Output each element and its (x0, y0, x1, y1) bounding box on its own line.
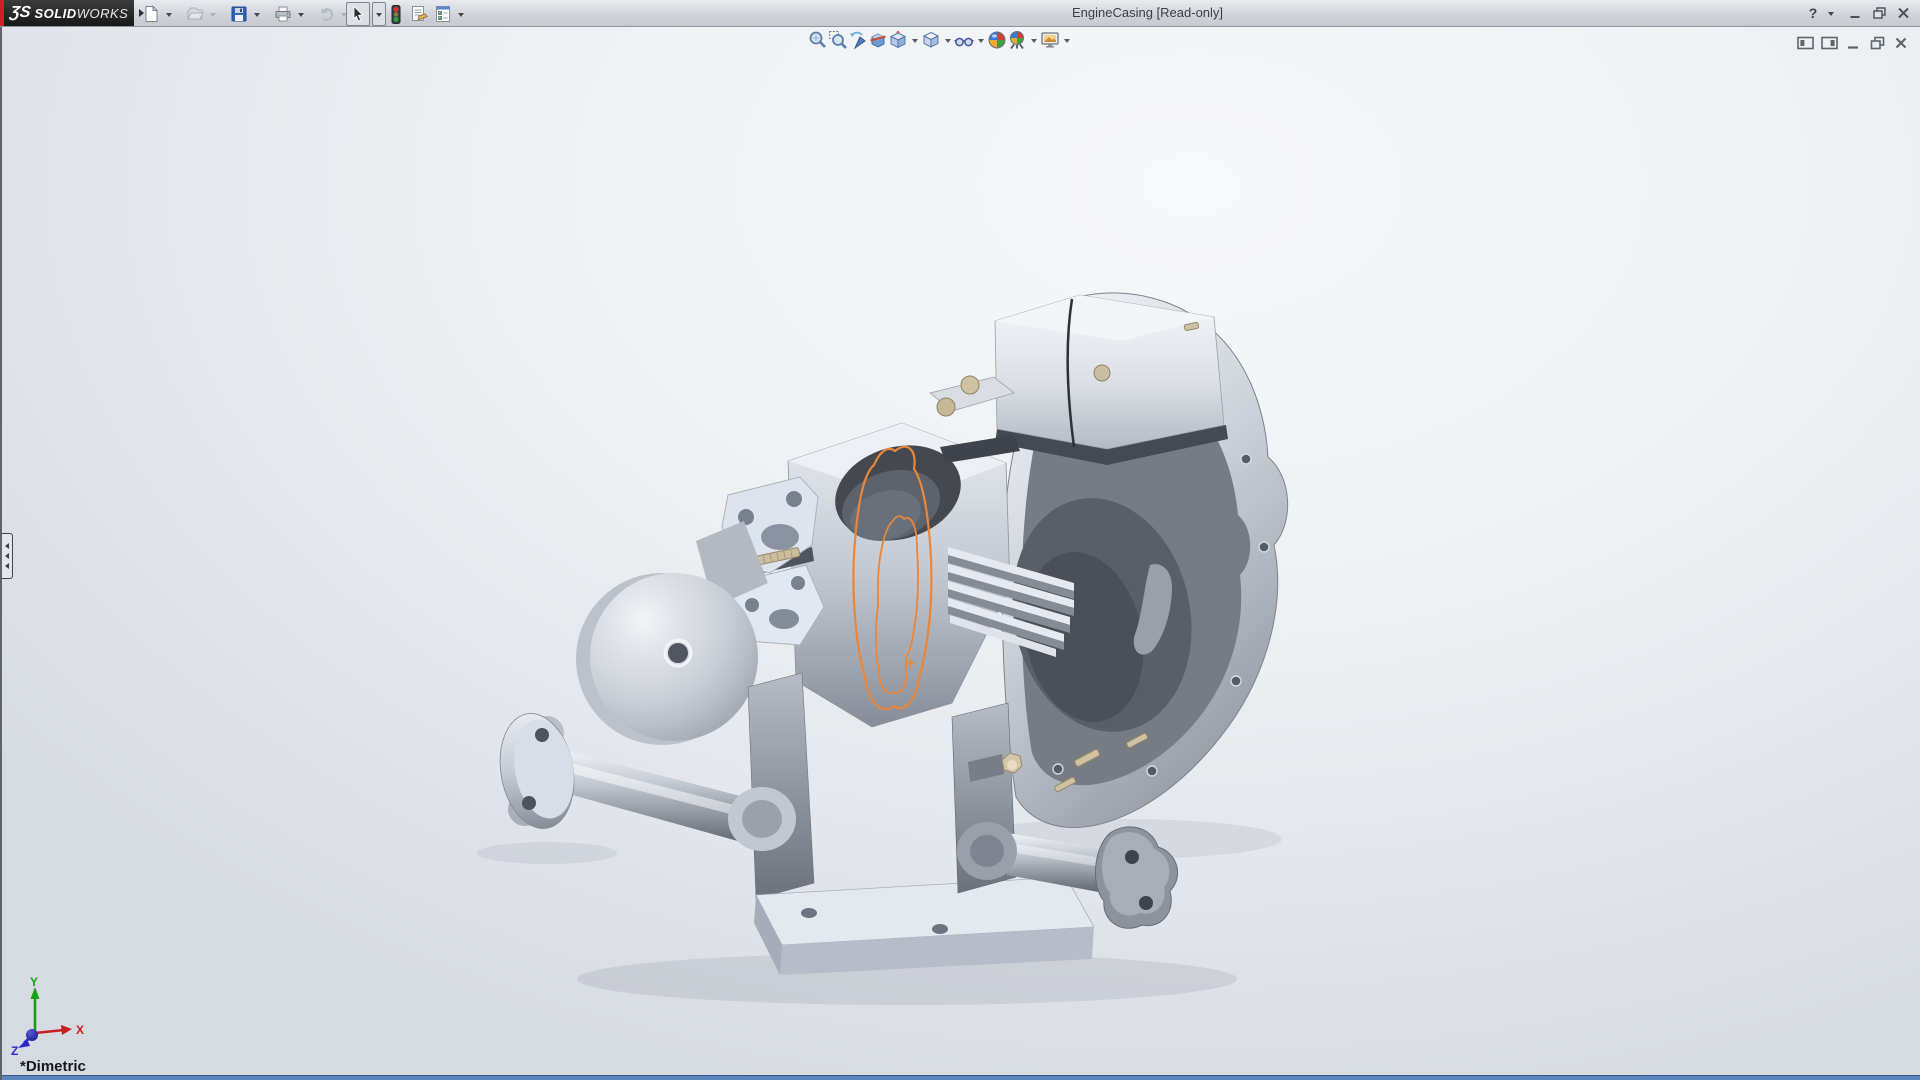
view-orientation-label: *Dimetric (20, 1058, 86, 1075)
view-settings-icon (1040, 30, 1060, 50)
orientation-triad: Y X Z (8, 977, 100, 1063)
view-settings-dropdown[interactable] (1060, 30, 1073, 50)
left-mount-shaft[interactable] (549, 749, 752, 845)
select-tool-button[interactable] (346, 2, 370, 26)
help-icon: ? (1809, 5, 1818, 21)
open-dropdown[interactable] (206, 2, 220, 26)
close-button[interactable] (1894, 5, 1912, 21)
solidworks-logo: ƷS SOLIDWORKS (0, 0, 134, 26)
select-cursor-icon (349, 5, 367, 23)
view-orientation-icon (888, 30, 908, 50)
open-folder-icon (186, 5, 204, 23)
undo-icon (317, 5, 335, 23)
zoom-fit-icon (808, 30, 828, 50)
traffic-light-icon (390, 5, 402, 24)
triad-origin (26, 1029, 38, 1041)
eyeglasses-icon (954, 30, 974, 50)
undo-button[interactable] (314, 2, 338, 26)
zoom-to-fit-button[interactable] (808, 30, 828, 50)
apply-scene-dropdown[interactable] (1027, 30, 1040, 50)
logo-text-works: WORKS (77, 6, 129, 21)
edit-appearance-button[interactable] (987, 30, 1007, 50)
display-style-dropdown[interactable] (941, 30, 954, 50)
left-mount-flange[interactable] (491, 708, 582, 835)
x-axis-label: X (76, 1023, 84, 1037)
top-cover-box[interactable] (995, 295, 1228, 465)
restore-icon (1873, 7, 1886, 19)
apply-scene-button[interactable] (1007, 30, 1027, 50)
apply-scene-icon (1007, 30, 1027, 50)
save-dropdown[interactable] (250, 2, 264, 26)
document-restore-button[interactable] (1868, 35, 1886, 50)
new-document-button[interactable] (139, 2, 163, 26)
help-button[interactable]: ? (1804, 5, 1822, 21)
new-document-dropdown[interactable] (162, 2, 176, 26)
previous-view-button[interactable] (848, 30, 868, 50)
file-properties-icon (410, 5, 429, 23)
pane-left-icon (1797, 36, 1814, 50)
view-orientation-button[interactable] (888, 30, 908, 50)
status-bar-edge (2, 1075, 1920, 1080)
restore-icon (1870, 36, 1885, 50)
engine-model[interactable] (477, 293, 1288, 1005)
appearance-sphere-icon (987, 30, 1007, 50)
base-plate[interactable] (754, 877, 1094, 975)
options-checklist-icon (434, 5, 453, 23)
logo-red-stripe (0, 0, 4, 26)
select-tool-dropdown[interactable] (372, 2, 386, 26)
save-button[interactable] (227, 2, 251, 26)
title-bar: ƷS SOLIDWORKS (0, 0, 1920, 27)
display-style-button[interactable] (921, 30, 941, 50)
logo-text-solid: SOLID (34, 6, 76, 21)
document-window-controls (1796, 35, 1910, 50)
print-button[interactable] (271, 2, 295, 26)
print-icon (274, 5, 292, 23)
help-dropdown[interactable] (1826, 5, 1836, 21)
logo-ds-glyph: ƷS (9, 4, 32, 22)
document-title: EngineCasing [Read-only] (1072, 0, 1223, 26)
document-close-button[interactable] (1892, 35, 1910, 50)
expand-left-arrow-icon (2, 563, 9, 569)
pane-left-button[interactable] (1796, 35, 1814, 50)
zoom-area-icon (828, 30, 848, 50)
rebuild-button[interactable] (388, 2, 404, 26)
options-dropdown[interactable] (454, 2, 468, 26)
options-button[interactable] (431, 2, 455, 26)
y-axis-label: Y (30, 977, 38, 989)
document-minimize-button[interactable] (1844, 35, 1862, 50)
hide-show-items-dropdown[interactable] (974, 30, 987, 50)
close-icon (1897, 7, 1910, 19)
minimize-icon (1846, 36, 1860, 50)
close-icon (1894, 36, 1908, 50)
new-document-icon (142, 5, 160, 23)
section-view-button[interactable] (868, 30, 888, 50)
featuremanager-collapsed-tab[interactable] (2, 533, 13, 579)
graphics-viewport[interactable]: Y X Z *Dimetric (0, 27, 1920, 1080)
hide-show-items-button[interactable] (954, 30, 974, 50)
open-button[interactable] (183, 2, 207, 26)
view-settings-button[interactable] (1040, 30, 1060, 50)
section-view-icon (868, 30, 888, 50)
file-properties-button[interactable] (407, 2, 431, 26)
minimize-button[interactable] (1846, 5, 1864, 21)
expand-left-arrow-icon (2, 543, 9, 549)
viewport-canvas[interactable] (2, 27, 1920, 1080)
pane-right-button[interactable] (1820, 35, 1838, 50)
restore-button[interactable] (1870, 5, 1888, 21)
flywheel-cover[interactable] (576, 521, 768, 745)
solidworks-window: ƷS SOLIDWORKS (0, 0, 1920, 1080)
minimize-icon (1849, 7, 1861, 19)
headsup-view-toolbar (808, 30, 1073, 50)
print-dropdown[interactable] (294, 2, 308, 26)
x-axis-arrow (61, 1025, 72, 1035)
zoom-to-area-button[interactable] (828, 30, 848, 50)
z-axis-label: Z (11, 1044, 18, 1058)
display-style-icon (921, 30, 941, 50)
save-icon (230, 5, 248, 23)
previous-view-icon (848, 30, 868, 50)
view-orientation-dropdown[interactable] (908, 30, 921, 50)
pane-right-icon (1821, 36, 1838, 50)
expand-left-arrow-icon (2, 553, 9, 559)
